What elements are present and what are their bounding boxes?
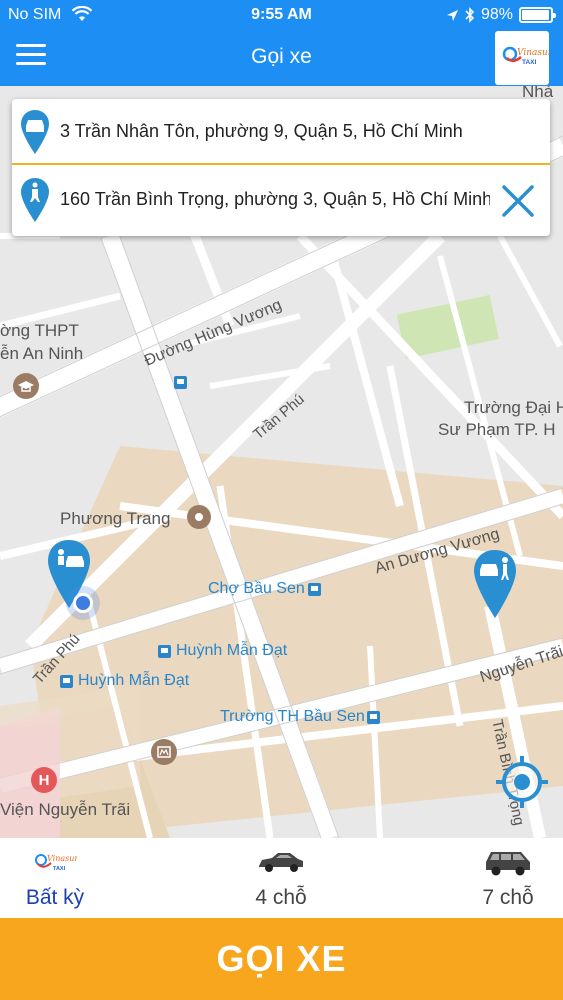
map-label-school-2: ễn An Ninh (0, 344, 84, 363)
map-label-hospital: Viện Nguyễn Trãi (0, 800, 131, 819)
bus-stop-icon (158, 645, 171, 658)
crosshair-icon (496, 756, 548, 808)
map-label-university-2: Sư Phạm TP. H (438, 420, 556, 439)
svg-text:TAXI: TAXI (53, 866, 66, 872)
call-taxi-button[interactable]: GỌI XE (0, 918, 563, 1000)
bus-stop-icon (60, 675, 73, 688)
destination-pin-icon (20, 177, 50, 228)
pickup-pin-icon (20, 109, 50, 160)
current-location-dot (73, 593, 93, 613)
map-label-phuong-trang: Phương Trang (60, 509, 171, 528)
status-bar: No SIM 9:55 AM 98% (0, 0, 563, 30)
clear-destination-button[interactable] (498, 181, 538, 221)
vehicle-option-label: 7 chỗ (482, 886, 534, 909)
page-title: Gọi xe (251, 45, 312, 68)
pickup-address-field[interactable]: 3 Trần Nhân Tôn, phường 9, Quận 5, Hồ Ch… (12, 99, 550, 165)
bus-stop-icon (308, 583, 321, 596)
address-card: 3 Trần Nhân Tôn, phường 9, Quận 5, Hồ Ch… (12, 99, 550, 236)
hospital-poi-icon: H (31, 767, 57, 793)
svg-text:Vinasun: Vinasun (517, 48, 549, 58)
my-location-button[interactable] (494, 754, 550, 815)
sedan-icon (256, 848, 306, 879)
museum-poi-icon (151, 739, 177, 765)
close-icon (502, 185, 534, 217)
destination-marker-icon[interactable] (472, 548, 518, 620)
taxi-logo-icon: Vinasun TAXI (502, 46, 554, 66)
status-right: 98% (446, 6, 556, 24)
brand-logo[interactable]: Vinasun TAXI (495, 31, 554, 85)
vehicle-option-label: 4 chỗ (255, 886, 307, 909)
map-label-school-1: ờng THPT (0, 321, 79, 340)
svg-text:TAXI: TAXI (522, 59, 537, 66)
battery-icon (519, 7, 556, 23)
bus-stop-icon (174, 376, 187, 389)
suv-icon (483, 848, 533, 883)
taxi-logo-icon: Vinasun TAXI (33, 848, 80, 881)
pickup-address-text: 3 Trần Nhân Tôn, phường 9, Quận 5, Hồ Ch… (60, 121, 463, 141)
top-bar: No SIM 9:55 AM 98% Gọi xe Vinasun TAXI (0, 0, 563, 86)
map-label-cho-bau-sen: Chợ Bầu Sen (208, 580, 305, 597)
vehicle-option-label: Bất kỳ (25, 886, 85, 909)
svg-text:Vinasun: Vinasun (47, 854, 77, 863)
battery-percent: 98% (480, 6, 513, 23)
bus-stop-icon (367, 711, 380, 724)
vehicle-option-4-seat[interactable]: 4 chỗ (226, 838, 336, 918)
bluetooth-icon (465, 7, 475, 23)
vehicle-selector: Vinasun TAXI Bất kỳ 4 chỗ 7 chỗ (0, 838, 563, 918)
destination-address-field[interactable]: 160 Trần Bình Trọng, phường 3, Quận 5, H… (12, 167, 550, 233)
svg-text:H: H (39, 772, 50, 789)
map-label-huynh-man-dat-2: Huỳnh Mẫn Đạt (78, 672, 190, 689)
vehicle-option-7-seat[interactable]: 7 chỗ (453, 838, 563, 918)
place-poi-icon (187, 505, 211, 529)
map-label-truong-th-bau-sen: Trường TH Bầu Sen (220, 708, 365, 725)
map-label-huynh-man-dat-1: Huỳnh Mẫn Đạt (176, 642, 288, 659)
map-label-university-1: Trường Đại H (464, 398, 563, 417)
school-poi-icon (13, 373, 39, 399)
destination-address-text: 160 Trần Bình Trọng, phường 3, Quận 5, H… (60, 189, 490, 209)
vehicle-option-any[interactable]: Vinasun TAXI Bất kỳ (0, 838, 110, 918)
location-arrow-icon (446, 9, 458, 21)
